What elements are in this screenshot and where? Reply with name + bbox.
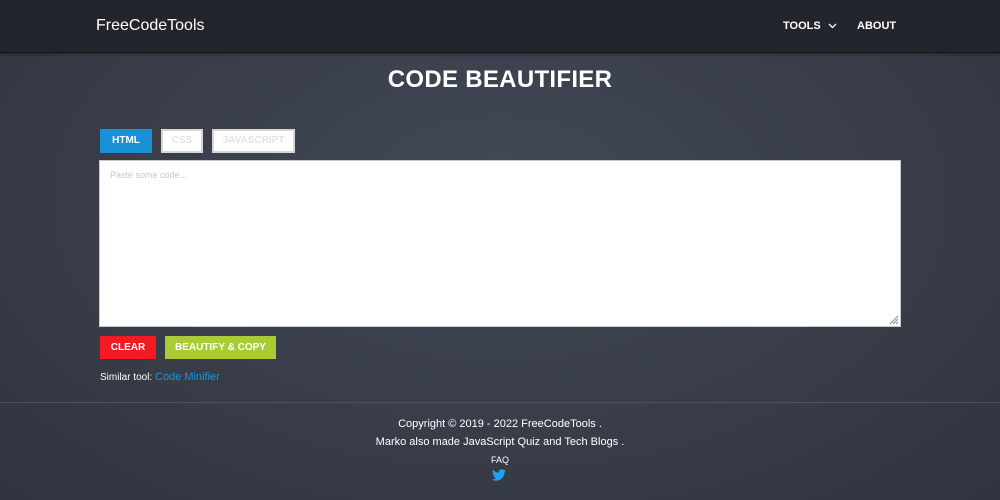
similar-tool-label: Similar tool: xyxy=(100,372,153,383)
chevron-down-icon xyxy=(828,23,837,29)
nav-tools-label: TOOLS xyxy=(783,20,821,32)
beautify-copy-button[interactable]: BEAUTIFY & COPY xyxy=(165,336,276,359)
page-title: CODE BEAUTIFIER xyxy=(387,66,613,93)
code-input[interactable] xyxy=(99,160,901,327)
tab-javascript[interactable]: JAVASCRIPT xyxy=(212,129,295,153)
top-navbar: FreeCodeTools TOOLS ABOUT xyxy=(0,0,1000,53)
twitter-icon[interactable] xyxy=(492,469,506,481)
clear-button[interactable]: CLEAR xyxy=(100,336,156,359)
nav-tools-dropdown[interactable]: TOOLS xyxy=(783,20,837,32)
footer-credit: Marko also made JavaScript Quiz and Tech… xyxy=(375,436,625,448)
brand-logo[interactable]: FreeCodeTools xyxy=(96,17,205,35)
footer-copyright: Copyright © 2019 - 2022 FreeCodeTools . xyxy=(398,418,602,430)
tab-html[interactable]: HTML xyxy=(100,129,152,153)
footer-divider xyxy=(0,402,1000,403)
tab-css[interactable]: CSS xyxy=(161,129,203,153)
similar-tool-line: Similar tool: Code Minifier xyxy=(100,371,220,383)
nav-about-link[interactable]: ABOUT xyxy=(857,20,896,32)
code-minifier-link[interactable]: Code Minifier xyxy=(155,371,220,383)
resize-handle-icon[interactable] xyxy=(888,314,899,325)
faq-link[interactable]: FAQ xyxy=(0,455,1000,465)
